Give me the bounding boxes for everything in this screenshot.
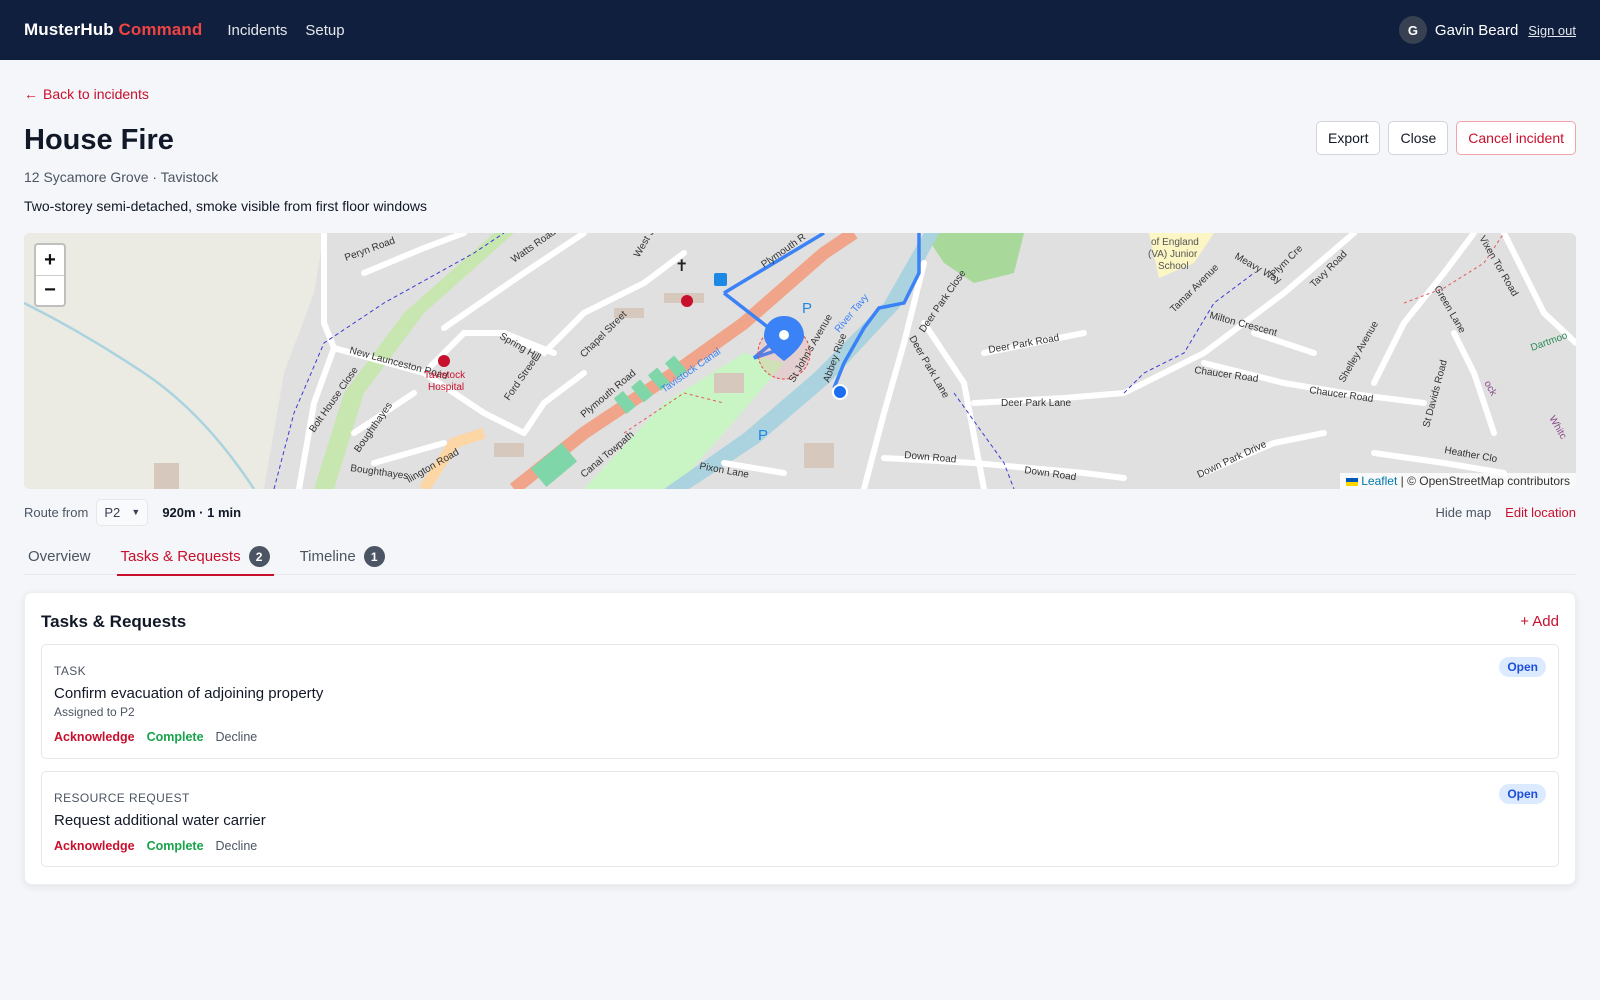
task-card: TASK Confirm evacuation of adjoining pro… <box>41 644 1559 759</box>
map-label-school-3: School <box>1158 261 1189 272</box>
decline-button[interactable]: Decline <box>216 839 258 853</box>
back-to-incidents-link[interactable]: ← Back to incidents <box>24 86 149 102</box>
tab-count-badge: 2 <box>248 546 270 567</box>
item-type: RESOURCE REQUEST <box>54 791 190 805</box>
parking-icon: P <box>802 300 812 317</box>
incident-tabs: Overview Tasks & Requests 2 Timeline 1 <box>24 538 1576 576</box>
page-title: House Fire <box>24 124 174 156</box>
tab-label: Timeline <box>299 548 356 565</box>
item-title: Request additional water carrier <box>54 812 266 829</box>
zoom-in-button[interactable]: + <box>36 245 64 275</box>
osm-attribution: | © OpenStreetMap contributors <box>1397 474 1570 488</box>
item-actions: Acknowledge Complete Decline <box>54 839 257 853</box>
complete-button[interactable]: Complete <box>147 839 204 853</box>
decline-button[interactable]: Decline <box>216 730 258 744</box>
map-label-hospital-2: Hospital <box>428 382 464 393</box>
leaflet-link[interactable]: Leaflet <box>1361 474 1397 488</box>
map-label-hospital-1: Tavistock <box>424 370 466 381</box>
tab-label: Tasks & Requests <box>120 548 241 565</box>
map-attribution: Leaflet | © OpenStreetMap contributors <box>1340 473 1576 489</box>
incident-map[interactable]: Peryn Road Watts Road West St Plymouth R… <box>24 233 1576 489</box>
zoom-out-button[interactable]: − <box>36 275 64 305</box>
item-actions: Acknowledge Complete Decline <box>54 730 257 744</box>
edit-location-link[interactable]: Edit location <box>1505 505 1576 520</box>
avatar: G <box>1398 16 1427 44</box>
map-label-school-2: (VA) Junior <box>1148 249 1198 260</box>
tab-timeline[interactable]: Timeline 1 <box>296 538 389 575</box>
chevron-down-icon: ▼ <box>131 507 141 517</box>
top-nav-bar: MusterHub Command Incidents Setup G Gavi… <box>0 0 1600 60</box>
sign-out-link[interactable]: Sign out <box>1528 23 1576 38</box>
export-button[interactable]: Export <box>1316 121 1381 155</box>
arrow-left-icon: ← <box>24 86 38 102</box>
route-bar: Route from P2 ▼ 920m · 1 min Hide map Ed… <box>24 498 1576 526</box>
incident-address: 12 Sycamore Grove · Tavistock <box>24 169 219 185</box>
add-task-button[interactable]: + Add <box>1520 613 1559 630</box>
map-tiles: Peryn Road Watts Road West St Plymouth R… <box>24 233 1576 489</box>
item-type: TASK <box>54 664 87 678</box>
user-name: Gavin Beard <box>1434 21 1519 39</box>
route-from-label: Route from <box>24 504 89 520</box>
user-menu: G Gavin Beard Sign out <box>1398 16 1576 44</box>
status-badge: Open <box>1499 657 1546 677</box>
item-assignee: Assigned to P2 <box>54 705 135 719</box>
incident-actions: Export Close Cancel incident <box>1316 121 1576 155</box>
back-label: Back to incidents <box>43 86 149 102</box>
map-label-school-1: of England <box>1151 237 1199 248</box>
brand-accent: Command <box>118 20 203 39</box>
map-actions: Hide map Edit location <box>1436 505 1576 520</box>
route-from-select[interactable]: P2 ▼ <box>96 498 149 526</box>
panel-title: Tasks & Requests <box>41 612 187 631</box>
parking-icon-2: P <box>758 427 768 444</box>
incident-description: Two-storey semi-detached, smoke visible … <box>24 198 428 214</box>
acknowledge-button[interactable]: Acknowledge <box>54 839 135 853</box>
item-title: Confirm evacuation of adjoining property <box>54 685 324 702</box>
nav-incidents[interactable]: Incidents <box>227 22 287 39</box>
brand-logo[interactable]: MusterHub Command <box>24 20 202 40</box>
nav-setup[interactable]: Setup <box>305 22 344 39</box>
tab-label: Overview <box>28 548 91 565</box>
tab-overview[interactable]: Overview <box>24 538 95 575</box>
route-from-value: P2 <box>104 504 121 520</box>
church-icon: ✝ <box>675 258 688 275</box>
tasks-requests-panel: Tasks & Requests + Add TASK Confirm evac… <box>24 592 1576 885</box>
acknowledge-button[interactable]: Acknowledge <box>54 730 135 744</box>
tab-tasks-requests[interactable]: Tasks & Requests 2 <box>116 538 274 576</box>
brand-name: MusterHub <box>24 20 114 39</box>
route-distance-time: 920m · 1 min <box>162 504 242 520</box>
tab-count-badge: 1 <box>363 546 385 567</box>
cancel-incident-button[interactable]: Cancel incident <box>1456 121 1576 155</box>
map-zoom-controls: + − <box>34 243 66 307</box>
main-nav: Incidents Setup <box>227 22 344 39</box>
hide-map-link[interactable]: Hide map <box>1436 505 1492 520</box>
map-label-deer-park-lane: Deer Park Lane <box>1001 398 1071 409</box>
complete-button[interactable]: Complete <box>147 730 204 744</box>
resource-request-card: RESOURCE REQUEST Request additional wate… <box>41 771 1559 867</box>
ukraine-flag-icon <box>1346 477 1359 486</box>
status-badge: Open <box>1499 784 1546 804</box>
close-button[interactable]: Close <box>1388 121 1449 155</box>
